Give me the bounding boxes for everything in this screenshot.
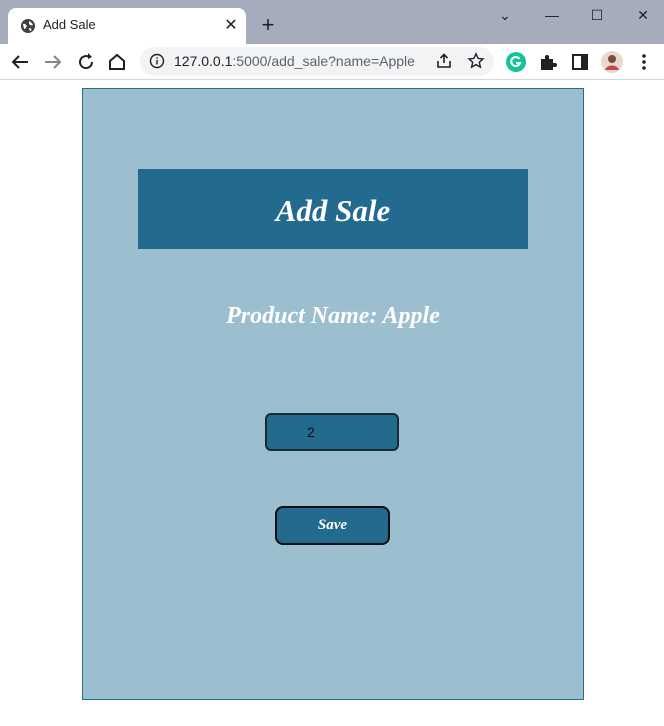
globe-icon (21, 19, 35, 33)
url-host: 127.0.0.1 (174, 53, 233, 69)
url-path: :5000/add_sale?name=Apple (232, 53, 415, 69)
maximize-button[interactable]: ☐ (582, 4, 612, 26)
tab-strip: Add Sale ✕ + ⌄ — ☐ ✕ (0, 0, 664, 44)
tab-title: Add Sale (43, 17, 96, 32)
product-name-label: Product Name: Apple (226, 303, 440, 329)
url-text[interactable]: 127.0.0.1:5000/add_sale?name=Apple (174, 53, 415, 69)
back-icon[interactable] (8, 50, 32, 74)
info-icon[interactable] (149, 53, 165, 69)
forward-icon[interactable] (41, 50, 65, 74)
quantity-input[interactable] (265, 413, 399, 451)
reload-icon[interactable] (74, 50, 98, 74)
address-bar[interactable]: 127.0.0.1:5000/add_sale?name=Apple (140, 47, 494, 76)
add-sale-card: Add Sale Product Name: Apple Save (82, 88, 584, 700)
star-icon[interactable] (467, 52, 485, 70)
close-window-button[interactable]: ✕ (628, 4, 658, 26)
side-panel-icon[interactable] (568, 50, 592, 74)
share-icon[interactable] (435, 52, 453, 70)
heading-banner: Add Sale (138, 169, 528, 249)
browser-toolbar: 127.0.0.1:5000/add_sale?name=Apple (0, 44, 664, 80)
page-viewport: Add Sale Product Name: Apple Save (0, 81, 664, 726)
minimize-button[interactable]: — (537, 4, 567, 26)
close-tab-icon[interactable]: ✕ (222, 17, 240, 35)
save-button[interactable]: Save (275, 506, 390, 545)
menu-icon[interactable] (632, 50, 656, 74)
browser-tab[interactable]: Add Sale ✕ (8, 8, 246, 44)
profile-avatar[interactable] (600, 50, 624, 74)
tab-search-button[interactable]: ⌄ (490, 4, 520, 26)
page-title: Add Sale (275, 193, 391, 228)
grammarly-icon[interactable] (504, 50, 528, 74)
new-tab-button[interactable]: + (256, 14, 280, 38)
home-icon[interactable] (105, 50, 129, 74)
extensions-icon[interactable] (536, 50, 560, 74)
